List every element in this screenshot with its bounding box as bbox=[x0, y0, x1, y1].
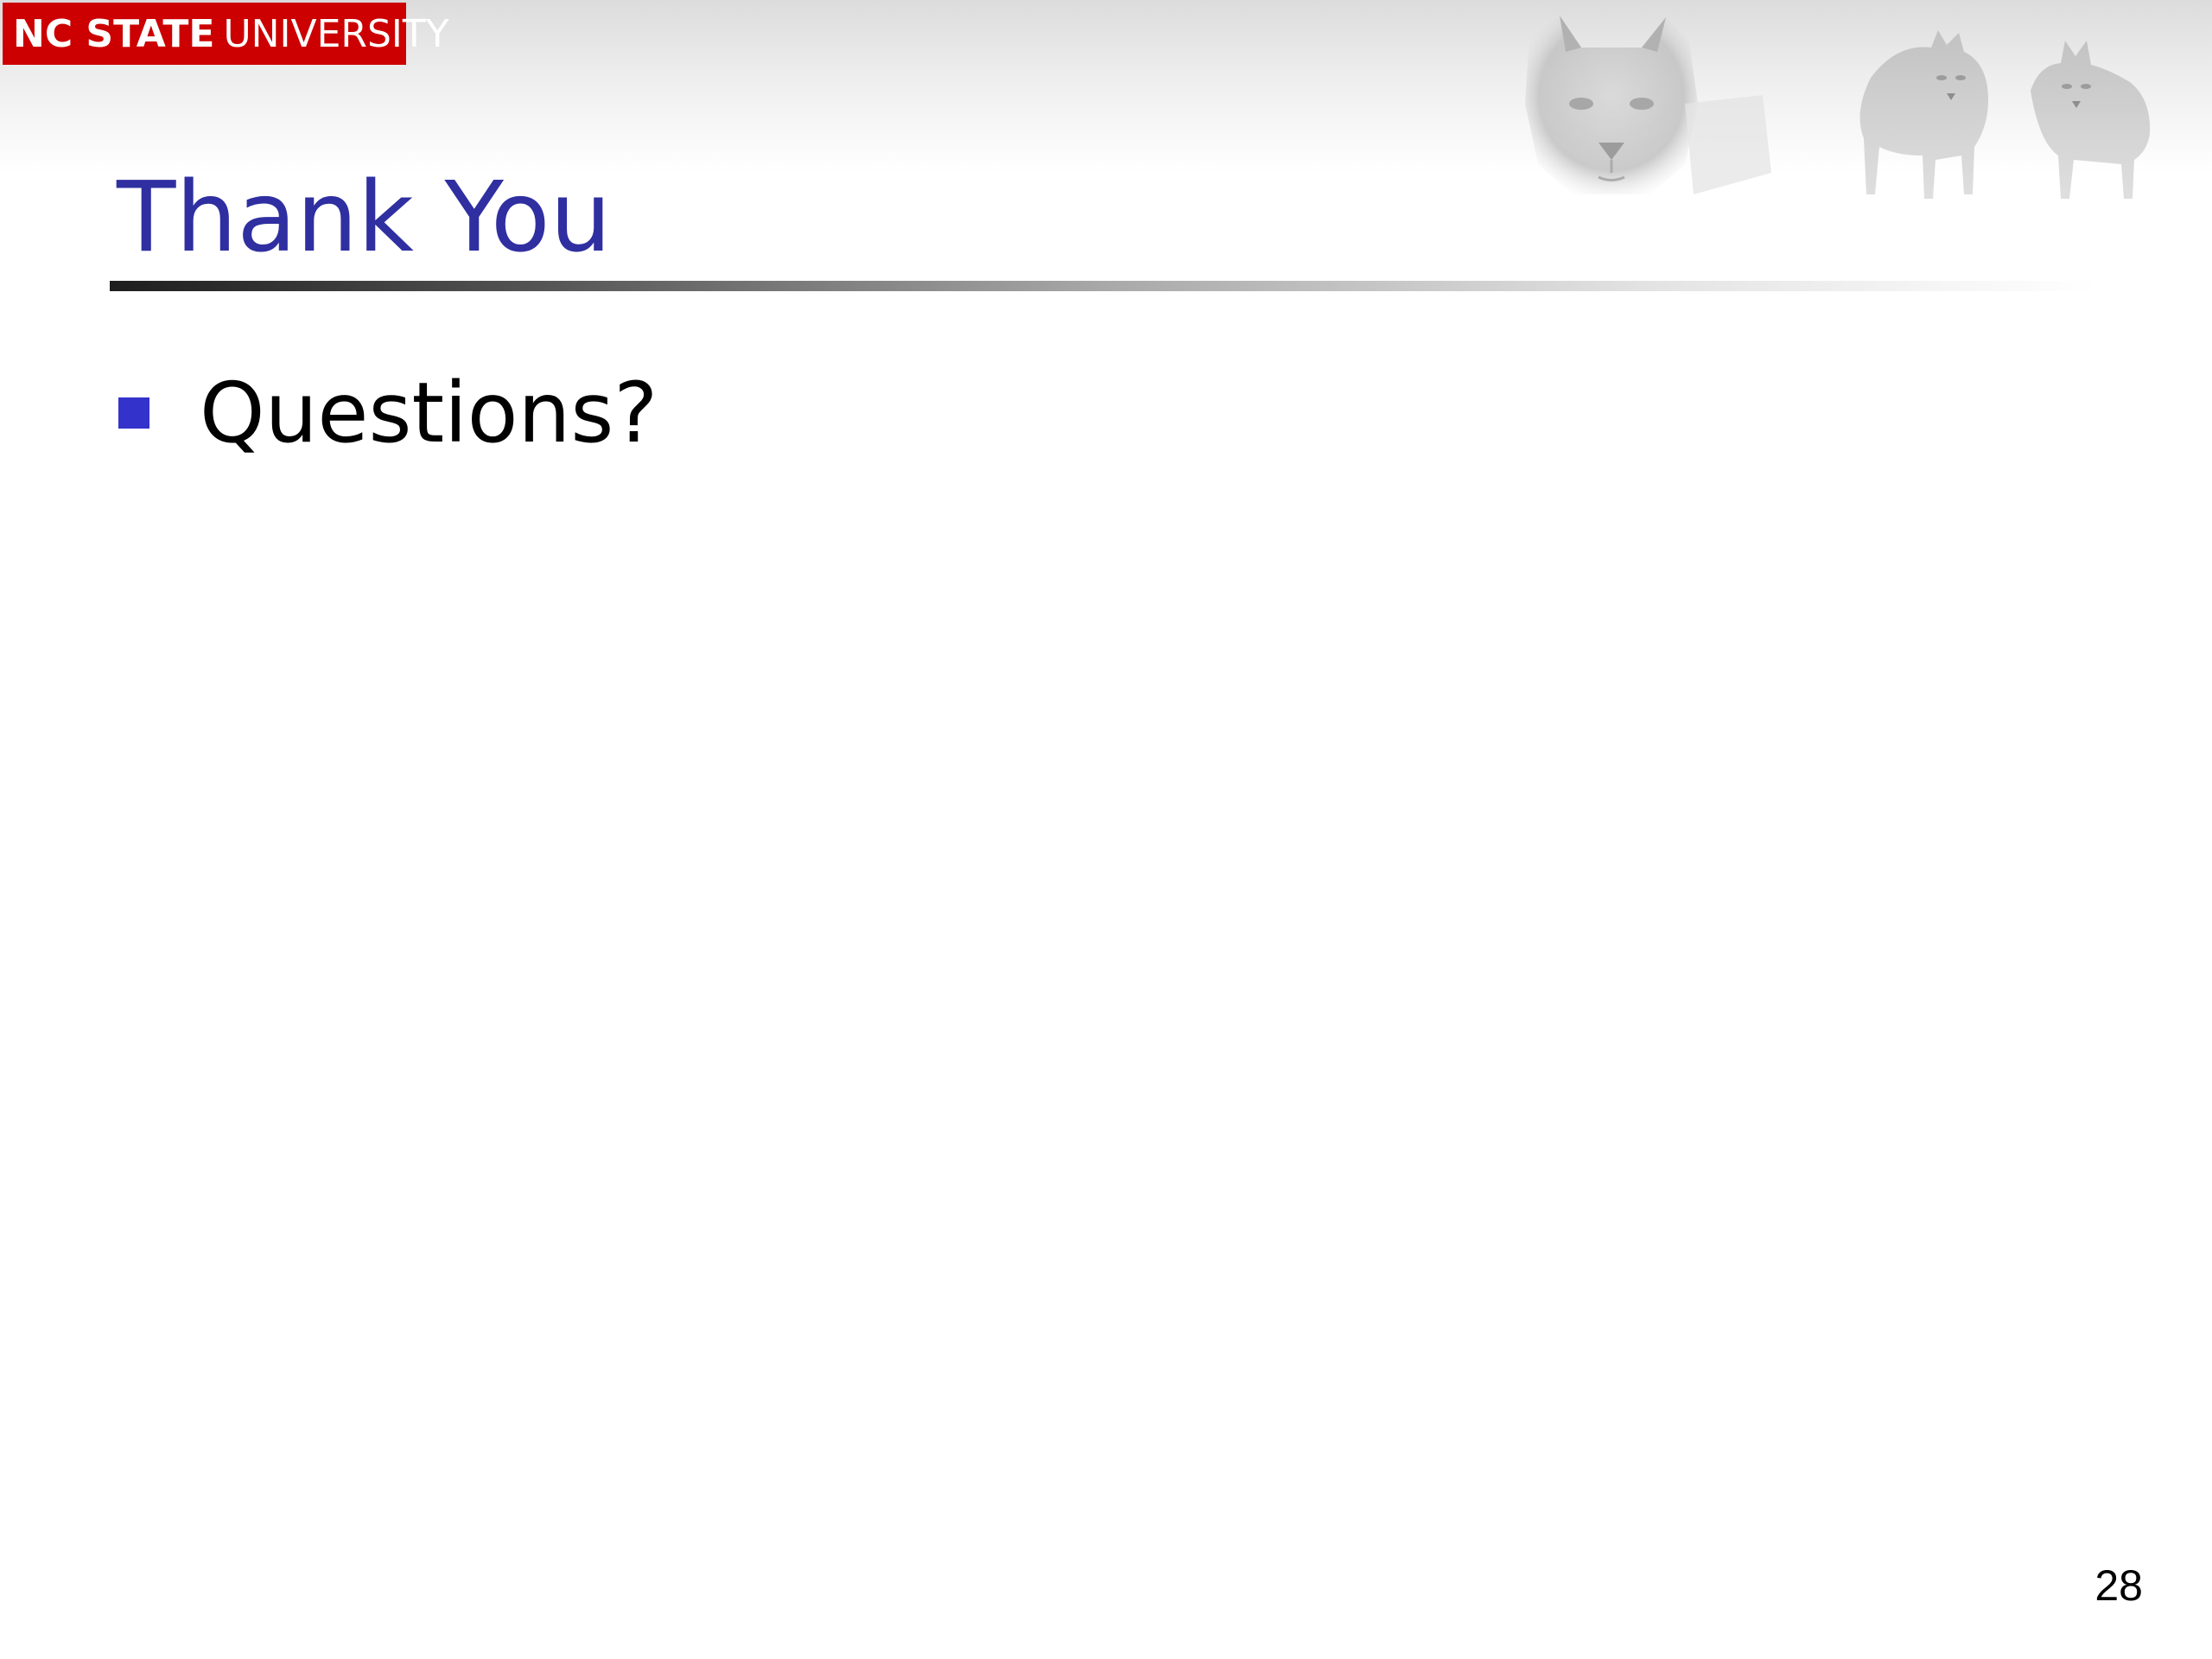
university-logo: NC STATE UNIVERSITY bbox=[3, 3, 449, 65]
logo-thin-text: UNIVERSITY bbox=[223, 11, 449, 56]
bullet-text: Questions? bbox=[200, 365, 658, 461]
wolf-face-icon bbox=[1525, 16, 1771, 194]
wolf-standing-icon bbox=[2031, 41, 2151, 199]
square-bullet-icon bbox=[118, 397, 149, 429]
slide: NC STATE UNIVERSITY Thank You Questions?… bbox=[0, 0, 2212, 1659]
wolf-standing-icon bbox=[1859, 30, 1988, 199]
slide-title: Thank You bbox=[117, 162, 612, 274]
wolves-image bbox=[1525, 16, 2151, 199]
title-underline bbox=[110, 281, 2097, 291]
page-number: 28 bbox=[2094, 1561, 2143, 1610]
logo-bold-text: NC STATE bbox=[13, 11, 215, 56]
bullet-item: Questions? bbox=[118, 372, 658, 454]
